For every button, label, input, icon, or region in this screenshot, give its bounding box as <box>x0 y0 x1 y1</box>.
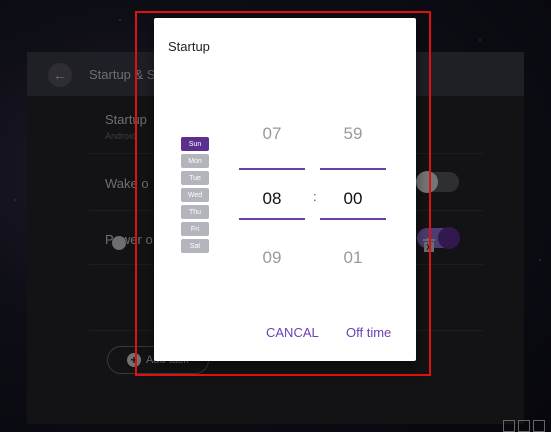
startup-dialog: Startup Sun Mon Tue Wed Thu Fri Sat 07 0… <box>154 18 416 361</box>
minute-picker-line <box>320 168 386 170</box>
day-chip-thu[interactable]: Thu <box>181 205 209 219</box>
minute-picker-line <box>320 218 386 220</box>
minute-prev[interactable]: 59 <box>320 124 386 144</box>
minute-next[interactable]: 01 <box>320 248 386 268</box>
hour-prev[interactable]: 07 <box>239 124 305 144</box>
day-selector: Sun Mon Tue Wed Thu Fri Sat <box>181 137 209 256</box>
minute-current[interactable]: 00 <box>320 189 386 209</box>
day-chip-wed[interactable]: Wed <box>181 188 209 202</box>
day-chip-sun[interactable]: Sun <box>181 137 209 151</box>
dialog-title: Startup <box>168 39 210 54</box>
day-chip-mon[interactable]: Mon <box>181 154 209 168</box>
time-separator: : <box>313 189 317 204</box>
hour-next[interactable]: 09 <box>239 248 305 268</box>
cancel-button[interactable]: CANCAL <box>266 325 319 340</box>
off-time-button[interactable]: Off time <box>346 325 391 340</box>
hour-picker-line <box>239 218 305 220</box>
day-chip-fri[interactable]: Fri <box>181 222 209 236</box>
day-chip-tue[interactable]: Tue <box>181 171 209 185</box>
hour-picker-line <box>239 168 305 170</box>
day-chip-sat[interactable]: Sat <box>181 239 209 253</box>
hour-current[interactable]: 08 <box>239 189 305 209</box>
